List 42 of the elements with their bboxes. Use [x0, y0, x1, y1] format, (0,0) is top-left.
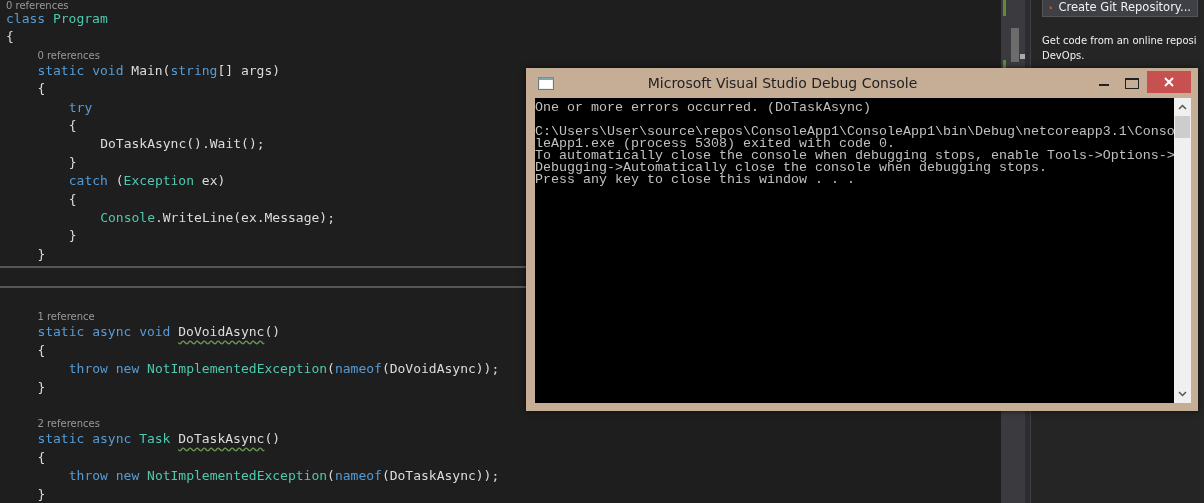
- code-line: class Program: [6, 11, 108, 26]
- close-icon: [1163, 76, 1175, 88]
- code-line: {: [68, 191, 77, 207]
- code-line: }: [68, 154, 77, 170]
- console-text-line: Debugging->Automatically close the console when debugging stops.: [535, 162, 1047, 174]
- console-scrollbar[interactable]: [1174, 98, 1191, 403]
- reference-count-link[interactable]: 0 references: [37, 49, 100, 61]
- code-line: }: [37, 246, 46, 262]
- code-line: throw new NotImplementedException(nameof(DoVoidAsync));: [68, 361, 500, 377]
- console-text-line: leApp1.exe (process 5308) exited with code 0.: [535, 138, 895, 150]
- code-line: static void Main(string[] args): [37, 62, 281, 78]
- code-line: }: [37, 486, 46, 502]
- console-text-line: C:\Users\User\source\repos\ConsoleApp1\ConsoleApp1\bin\Debug\netcoreapp3.1\Conso: [535, 126, 1174, 138]
- code-line: Console.WriteLine(ex.Message);: [100, 209, 335, 225]
- console-text-line: One or more errors occurred. (DoTaskAsync): [535, 102, 872, 114]
- scroll-thumb[interactable]: [1175, 116, 1190, 138]
- console-text-line: To automatically close the console when debugging stops, enable Tools->Options->: [535, 150, 1174, 162]
- reference-count-link[interactable]: 0 references: [6, 0, 69, 11]
- window-title: Microsoft Visual Studio Debug Console: [646, 75, 919, 91]
- code-line: catch (Exception ex): [68, 173, 226, 189]
- code-line: DoTaskAsync().Wait();: [100, 136, 265, 152]
- code-line: }: [37, 379, 46, 395]
- description-text: Get code from an online reposi DevOps.: [1042, 34, 1198, 63]
- close-button[interactable]: [1147, 71, 1191, 93]
- code-line: {: [68, 117, 77, 133]
- maximize-icon: [1125, 77, 1139, 89]
- scroll-up-icon[interactable]: [1178, 104, 1187, 110]
- reference-count-link[interactable]: 1 reference: [37, 311, 95, 323]
- code-line: }: [68, 228, 77, 244]
- code-line: try: [68, 99, 93, 115]
- code-line: {: [37, 449, 46, 465]
- code-line: static async Task DoTaskAsync(): [37, 431, 281, 447]
- scroll-down-icon[interactable]: [1178, 391, 1187, 397]
- code-line: {: [37, 342, 46, 358]
- console-text-line: Press any key to close this window . . .: [535, 174, 856, 186]
- console-app-icon: [538, 76, 554, 90]
- code-line: throw new NotImplementedException(nameof(DoTaskAsync));: [68, 468, 500, 484]
- code-line: {: [6, 29, 14, 45]
- create-git-repository-button[interactable]: Create Git Repository...: [1042, 0, 1198, 17]
- code-line: {: [37, 81, 46, 97]
- reference-count-link[interactable]: 2 references: [37, 418, 100, 430]
- code-line: static async void DoVoidAsync(): [37, 324, 281, 340]
